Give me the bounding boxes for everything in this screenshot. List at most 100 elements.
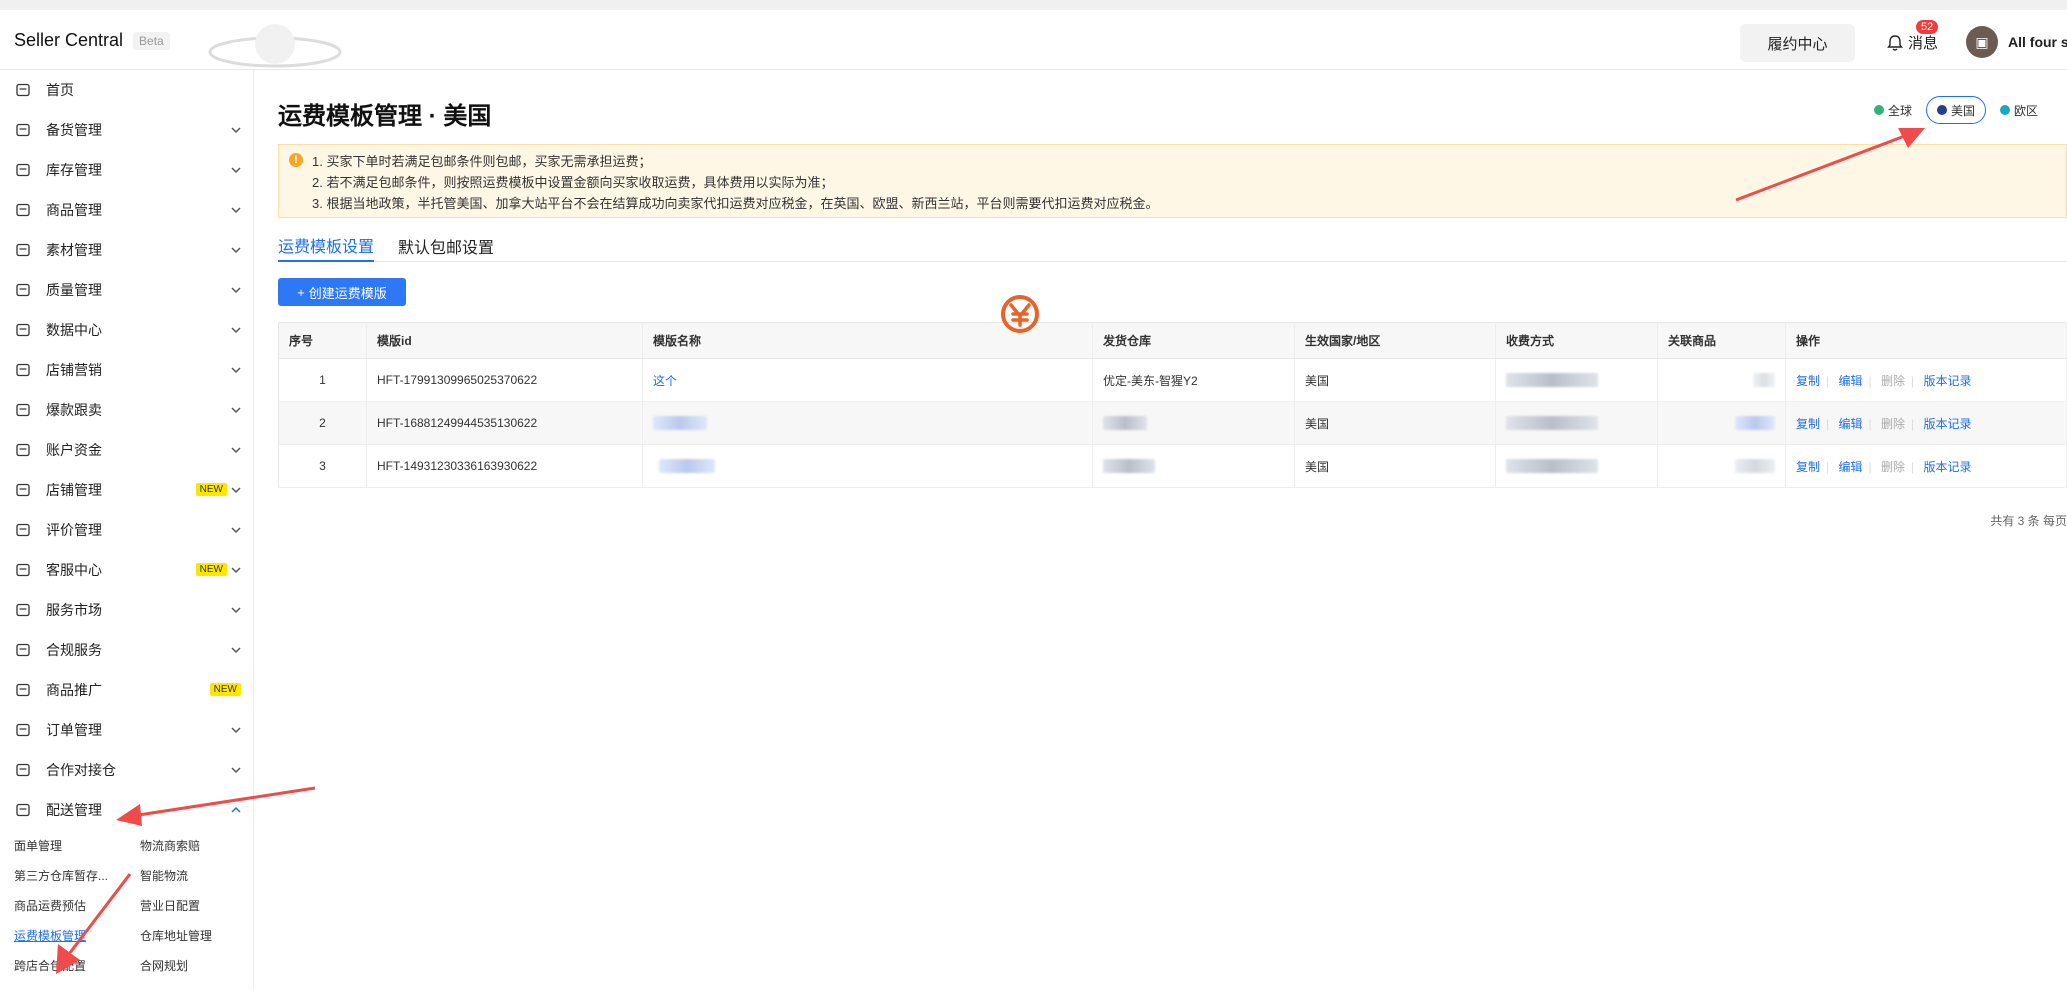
- sidebar-item[interactable]: 评价管理: [0, 510, 253, 550]
- sidebar-item[interactable]: 客服中心 NEW: [0, 550, 253, 590]
- row-template-name[interactable]: 这个: [653, 374, 677, 388]
- delete-button[interactable]: 删除: [1881, 417, 1905, 431]
- pagination-info: 共有 3 条 每页: [1990, 514, 2067, 528]
- tab-bar: 运费模板设置 默认包邮设置: [278, 230, 2067, 262]
- clipboard-icon: [14, 121, 32, 139]
- chevron-down-icon: [231, 647, 241, 654]
- sidebar-item[interactable]: 账户资金: [0, 430, 253, 470]
- messages-button[interactable]: 消息 52: [1886, 20, 1939, 53]
- sidebar-item[interactable]: 首页: [0, 70, 253, 110]
- submenu-item[interactable]: 仓库地址管理: [140, 920, 266, 950]
- delete-button[interactable]: 删除: [1881, 374, 1905, 388]
- notice-line-1: 1. 买家下单时若满足包邮条件则包邮，买家无需承担运费；: [312, 154, 652, 169]
- sidebar-item-label: 首页: [46, 82, 74, 98]
- main-content: 运费模板管理 · 美国 全球 美国 欧区 ! 1. 买家下单时若满足包邮条件则包…: [278, 70, 2067, 990]
- submenu-item[interactable]: 智能物流: [140, 860, 266, 890]
- sidebar-item-label: 备货管理: [46, 122, 102, 138]
- submenu-item[interactable]: 第三方仓库暂存...: [14, 860, 140, 890]
- redacted-value: [653, 416, 707, 431]
- sidebar-item[interactable]: 数据中心: [0, 310, 253, 350]
- tab-default-free-shipping[interactable]: 默认包邮设置: [398, 230, 494, 262]
- sidebar-item[interactable]: 店铺营销: [0, 350, 253, 390]
- sidebar-item[interactable]: 合规服务: [0, 630, 253, 670]
- chevron-down-icon: [231, 407, 241, 414]
- fulfillment-center-button[interactable]: 履约中心: [1740, 24, 1855, 62]
- sidebar-item-label: 配送管理: [46, 802, 102, 818]
- col-linked-products: 关联商品: [1657, 322, 1786, 359]
- table-row: 2 HFT-16881249944535130622 美国 复制 | 编辑 | 删除…: [278, 401, 2067, 445]
- region-global[interactable]: 全球: [1864, 96, 1922, 124]
- row-index: 3: [278, 444, 367, 488]
- template-table: 序号 模版id 模版名称 发货仓库 生效国家/地区 收费方式 关联商品 操作 1…: [278, 322, 2067, 488]
- copy-button[interactable]: 复制: [1796, 417, 1820, 431]
- version-history-button[interactable]: 版本记录: [1923, 374, 1971, 388]
- edit-button[interactable]: 编辑: [1838, 417, 1862, 431]
- sidebar-item[interactable]: 订单管理: [0, 710, 253, 750]
- region-eu[interactable]: 欧区: [1990, 96, 2048, 124]
- create-template-label: 创建运费模版: [308, 285, 387, 301]
- account-menu[interactable]: ▣ All four se: [1966, 26, 2067, 58]
- chevron-up-icon: [231, 806, 241, 813]
- submenu-item[interactable]: 物流商索赔: [140, 830, 266, 860]
- sidebar-item[interactable]: 店铺管理 NEW: [0, 470, 253, 510]
- edit-button[interactable]: 编辑: [1838, 374, 1862, 388]
- sidebar-item[interactable]: 库存管理: [0, 150, 253, 190]
- document-icon: [14, 641, 32, 659]
- sidebar-item[interactable]: 质量管理: [0, 270, 253, 310]
- copy-button[interactable]: 复制: [1796, 460, 1820, 474]
- redacted-value: [1506, 373, 1598, 388]
- region-switch: 全球 美国 欧区: [1864, 96, 2048, 124]
- sidebar-item[interactable]: 配送管理: [0, 790, 253, 830]
- row-actions: 复制 | 编辑 | 删除 | 版本记录: [1785, 444, 2067, 488]
- store-icon: [14, 481, 32, 499]
- sidebar-item[interactable]: 商品推广 NEW: [0, 670, 253, 710]
- submenu-item[interactable]: 营业日配置: [140, 890, 266, 920]
- delivery-submenu: 面单管理 物流商索赔 第三方仓库暂存... 智能物流 商品运费预估 营业日配置 运费模板管理…: [0, 830, 253, 980]
- submenu-item[interactable]: 商品运费预估: [14, 890, 140, 920]
- submenu-item[interactable]: 运费模板管理: [14, 920, 140, 950]
- sidebar-item[interactable]: 商品管理: [0, 190, 253, 230]
- tab-template-settings[interactable]: 运费模板设置: [278, 230, 375, 262]
- chevron-down-icon: [231, 487, 241, 494]
- sidebar-item[interactable]: 合作对接仓: [0, 750, 253, 790]
- row-index: 2: [278, 401, 367, 445]
- sidebar-item[interactable]: 爆款跟卖: [0, 390, 253, 430]
- sidebar-item[interactable]: 素材管理: [0, 230, 253, 270]
- gear-icon: [14, 601, 32, 619]
- submenu-item[interactable]: 合网规划: [140, 950, 266, 980]
- redacted-value: [1735, 459, 1775, 474]
- version-history-button[interactable]: 版本记录: [1923, 417, 1971, 431]
- chevron-down-icon: [231, 767, 241, 774]
- sidebar-item-label: 爆款跟卖: [46, 402, 102, 418]
- chevron-down-icon: [231, 567, 241, 574]
- row-country: 美国: [1294, 401, 1496, 445]
- tag-icon: [14, 361, 32, 379]
- copy-button[interactable]: 复制: [1796, 374, 1820, 388]
- sidebar-item[interactable]: 服务市场: [0, 590, 253, 630]
- row-warehouse: 优定-美东-智猩Y2: [1092, 358, 1295, 402]
- redacted-value: [1753, 373, 1775, 388]
- sidebar-item-label: 质量管理: [46, 282, 102, 298]
- top-bar: Seller Central Beta 履约中心 消息 52 ▣ All four…: [0, 0, 2067, 70]
- ad-icon: [14, 681, 32, 699]
- edit-button[interactable]: 编辑: [1838, 460, 1862, 474]
- row-template-name-cell: 这个: [642, 358, 1093, 402]
- new-badge: NEW: [209, 683, 241, 696]
- region-us[interactable]: 美国: [1926, 96, 1987, 124]
- col-index: 序号: [278, 322, 367, 359]
- chevron-down-icon: [231, 727, 241, 734]
- sidebar-item-label: 店铺管理: [46, 482, 102, 498]
- delete-button[interactable]: 删除: [1881, 460, 1905, 474]
- warehouse-icon: [14, 761, 32, 779]
- globe-decoration-icon: [208, 24, 342, 68]
- create-template-button[interactable]: + 创建运费模版: [278, 278, 406, 306]
- submenu-item[interactable]: 面单管理: [14, 830, 140, 860]
- submenu-item[interactable]: 跨店合包配置: [14, 950, 140, 980]
- col-actions: 操作: [1785, 322, 2067, 359]
- version-history-button[interactable]: 版本记录: [1923, 460, 1971, 474]
- sidebar-item[interactable]: 备货管理: [0, 110, 253, 150]
- messages-count-badge: 52: [1916, 20, 1939, 34]
- brand[interactable]: Seller Central Beta: [14, 30, 170, 51]
- sidebar-item-label: 客服中心: [46, 562, 102, 578]
- sidebar-item-label: 数据中心: [46, 322, 102, 338]
